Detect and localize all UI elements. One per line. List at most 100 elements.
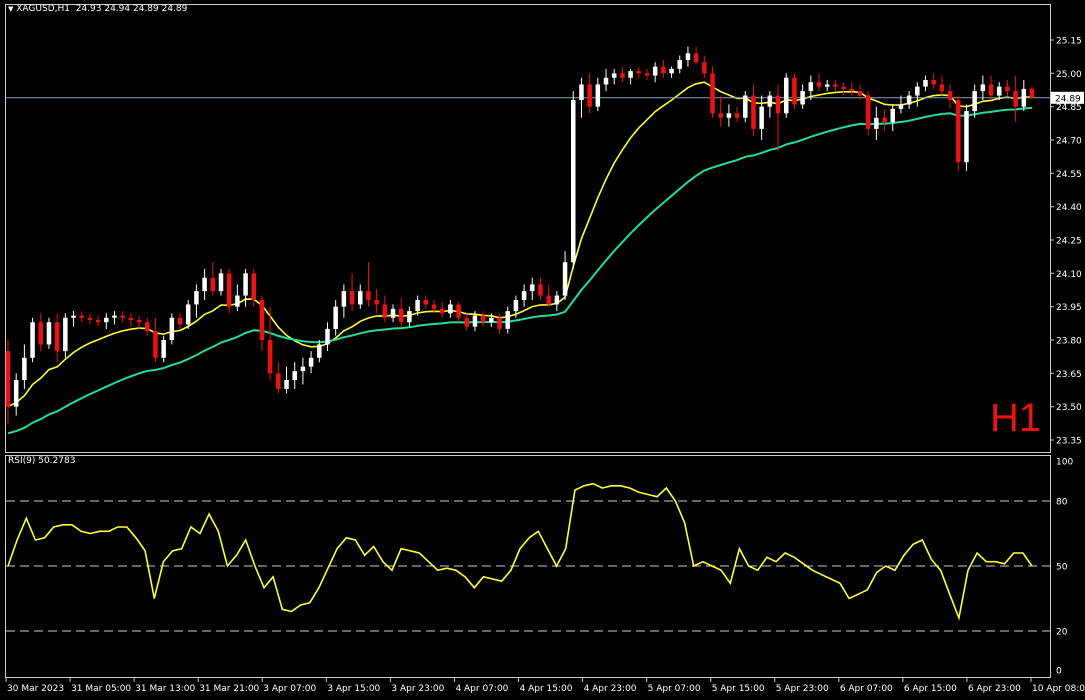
candle-body — [693, 53, 699, 63]
candle-body — [153, 331, 158, 358]
candle-body — [685, 53, 691, 60]
candle-body — [702, 62, 707, 74]
candle-body — [423, 300, 429, 305]
candle-body — [849, 88, 855, 92]
candle-body — [677, 60, 682, 69]
candle-body — [366, 291, 371, 300]
candle-body — [120, 315, 125, 318]
candle-body — [46, 322, 52, 345]
candle-body — [644, 73, 650, 76]
time-tick-label: 3 Apr 15:00 — [327, 684, 380, 694]
candle-body — [1005, 86, 1010, 92]
time-tick-label: 4 Apr 07:00 — [455, 684, 508, 694]
candle-body — [292, 371, 297, 380]
rsi-tick-label: 50 — [1056, 563, 1068, 573]
candle-body — [202, 277, 207, 292]
candle-body — [235, 295, 240, 307]
candle-body — [284, 380, 289, 389]
candle-body — [87, 317, 93, 320]
candle-body — [505, 311, 510, 329]
candle-body — [751, 95, 756, 129]
candle-body — [652, 66, 658, 76]
timeframe-watermark: H1 — [990, 396, 1042, 440]
candle-body — [79, 315, 84, 318]
candle-body — [513, 300, 519, 312]
candle-body — [792, 77, 797, 105]
candle-body — [661, 66, 666, 74]
time-tick-label: 31 Mar 05:00 — [71, 684, 131, 694]
rsi-axis: 100 80 50 20 0 — [1056, 458, 1073, 677]
price-tick-label: 23.80 — [1056, 337, 1082, 347]
chart-header: ▼ XAGUSD,H1 24.93 24.94 24.89 24.89 — [8, 4, 187, 14]
rsi-tick-label: 0 — [1056, 667, 1062, 677]
time-tick-label: 5 Apr 15:00 — [712, 684, 765, 694]
price-panel-frame — [5, 4, 1051, 453]
price-tick-label: 24.55 — [1056, 170, 1082, 180]
candle-body — [923, 80, 928, 87]
candle-body — [185, 304, 191, 325]
candle-body — [710, 73, 715, 114]
candle-body — [734, 113, 740, 118]
candle-body — [30, 322, 35, 358]
candle-body — [767, 95, 773, 107]
candle-body — [759, 106, 764, 129]
current-price-label: 24.89 — [1055, 94, 1081, 104]
candlesticks — [5, 46, 1035, 425]
candle-body — [456, 304, 461, 318]
candle-body — [857, 91, 863, 96]
candle-body — [1013, 91, 1018, 107]
candle-body — [63, 317, 68, 352]
candle-body — [308, 357, 314, 367]
candle-body — [136, 320, 142, 323]
candle-body — [300, 366, 306, 372]
time-tick-label: 3 Apr 07:00 — [263, 684, 316, 694]
candle-body — [13, 380, 19, 407]
candle-body — [145, 322, 150, 332]
candle-body — [587, 84, 592, 107]
candle-body — [407, 311, 412, 323]
candle-body — [980, 84, 986, 92]
candle-body — [562, 262, 568, 296]
candle-body — [382, 304, 388, 318]
candle-body — [112, 315, 117, 318]
time-tick-label: 31 Mar 13:00 — [135, 684, 195, 694]
candle-body — [530, 284, 535, 292]
candle-body — [783, 77, 789, 114]
symbol-timeframe: XAGUSD,H1 — [16, 4, 70, 14]
price-tick-label: 24.85 — [1056, 103, 1082, 113]
candle-body — [374, 300, 379, 305]
time-tick-label: 6 Apr 15:00 — [904, 684, 957, 694]
candle-body — [472, 315, 478, 327]
time-tick-label: 4 Apr 23:00 — [584, 684, 637, 694]
candle-body — [218, 273, 224, 292]
rsi-title: RSI(9) 50.2783 — [8, 456, 76, 466]
price-tick-label: 25.00 — [1056, 70, 1082, 80]
candle-body — [5, 351, 11, 407]
candle-body — [431, 304, 437, 309]
rsi-header: RSI(9) 50.2783 — [8, 456, 75, 466]
candle-body — [628, 71, 633, 78]
candle-body — [276, 373, 281, 389]
candle-body — [743, 95, 748, 118]
candle-body — [104, 317, 109, 323]
candle-body — [358, 291, 363, 305]
candle-body — [931, 80, 936, 85]
time-tick-label: 6 Apr 23:00 — [968, 684, 1021, 694]
price-tick-label: 24.25 — [1056, 237, 1082, 247]
candle-body — [95, 320, 101, 323]
candle-body — [128, 317, 134, 320]
price-chart: 25.15 25.00 24.85 24.70 24.55 24.40 24.25 24.10… — [5, 4, 1085, 694]
candle-body — [317, 344, 322, 358]
candle-body — [890, 108, 895, 123]
price-tick-label: 24.70 — [1056, 137, 1082, 147]
price-tick-label: 25.15 — [1056, 37, 1082, 47]
candle-body — [22, 357, 27, 380]
candle-body — [669, 68, 674, 74]
candle-body — [726, 113, 732, 118]
price-tick-label: 24.10 — [1056, 270, 1082, 280]
candle-body — [210, 277, 216, 292]
candle-body — [398, 308, 404, 323]
rsi-tick-label: 100 — [1056, 458, 1073, 468]
candle-body — [939, 84, 945, 92]
triangle-down-icon[interactable]: ▼ — [8, 5, 13, 13]
